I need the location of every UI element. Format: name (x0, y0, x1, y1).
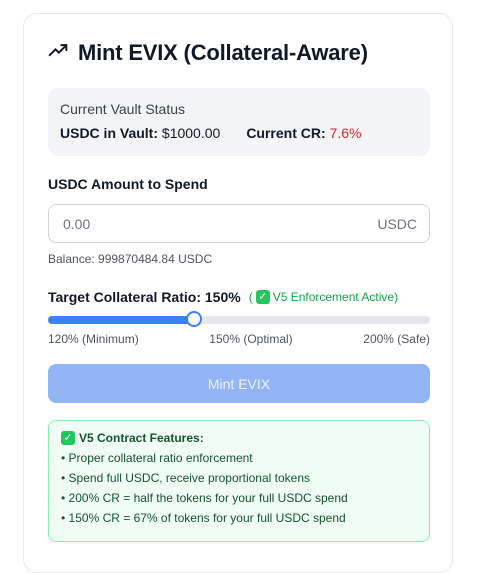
vault-status-panel: Current Vault Status USDC in Vault: $100… (48, 88, 430, 156)
tick-minimum: 120% (Minimum) (48, 332, 139, 346)
current-cr: Current CR: 7.6% (246, 125, 361, 141)
slider-fill (48, 316, 194, 324)
features-list: Proper collateral ratio enforcement Spen… (61, 448, 417, 528)
features-title: V5 Contract Features: (79, 431, 204, 445)
ratio-label: Target Collateral Ratio: 150% (48, 289, 241, 305)
trending-up-icon (48, 41, 68, 66)
vault-status-values: USDC in Vault: $1000.00 Current CR: 7.6% (60, 125, 418, 141)
amount-unit: USDC (377, 215, 417, 232)
mint-card: Mint EVIX (Collateral-Aware) Current Vau… (23, 13, 453, 573)
tick-optimal: 150% (Optimal) (209, 332, 293, 346)
feature-item: 200% CR = half the tokens for your full … (61, 488, 417, 508)
header: Mint EVIX (Collateral-Aware) (48, 40, 368, 66)
ratio-header: Target Collateral Ratio: 150% ( ✓ V5 Enf… (48, 289, 398, 305)
enforcement-prefix: ( (248, 290, 253, 304)
current-cr-value: 7.6% (329, 125, 362, 141)
check-icon: ✓ (61, 431, 75, 445)
amount-input-wrapper[interactable]: USDC (48, 204, 430, 243)
usdc-in-vault-label: USDC in Vault: (60, 125, 159, 141)
amount-label: USDC Amount to Spend (48, 176, 208, 192)
check-icon: ✓ (255, 290, 270, 304)
feature-item: 150% CR = 67% of tokens for your full US… (61, 508, 417, 528)
slider-thumb[interactable] (185, 311, 202, 327)
current-cr-label: Current CR: (246, 125, 326, 141)
usdc-in-vault-value: $1000.00 (161, 125, 221, 141)
features-panel: ✓ V5 Contract Features: Proper collatera… (48, 420, 430, 542)
slider-ticks: 120% (Minimum) 150% (Optimal) 200% (Safe… (48, 332, 430, 346)
mint-button[interactable]: Mint EVIX (48, 364, 430, 403)
feature-item: Proper collateral ratio enforcement (61, 448, 417, 468)
enforcement-text: V5 Enforcement Active) (272, 290, 399, 304)
balance-text: Balance: 999870484.84 USDC (48, 252, 213, 266)
page-title: Mint EVIX (Collateral-Aware) (78, 40, 368, 65)
usdc-amount-input[interactable] (61, 214, 378, 233)
enforcement-badge: ( ✓ V5 Enforcement Active) (249, 290, 398, 304)
tick-safe: 200% (Safe) (363, 332, 430, 346)
collateral-ratio-slider[interactable] (48, 311, 430, 328)
vault-status-title: Current Vault Status (60, 101, 186, 117)
usdc-in-vault: USDC in Vault: $1000.00 (60, 125, 220, 141)
feature-item: Spend full USDC, receive proportional to… (61, 468, 417, 488)
features-header: ✓ V5 Contract Features: (61, 431, 417, 445)
